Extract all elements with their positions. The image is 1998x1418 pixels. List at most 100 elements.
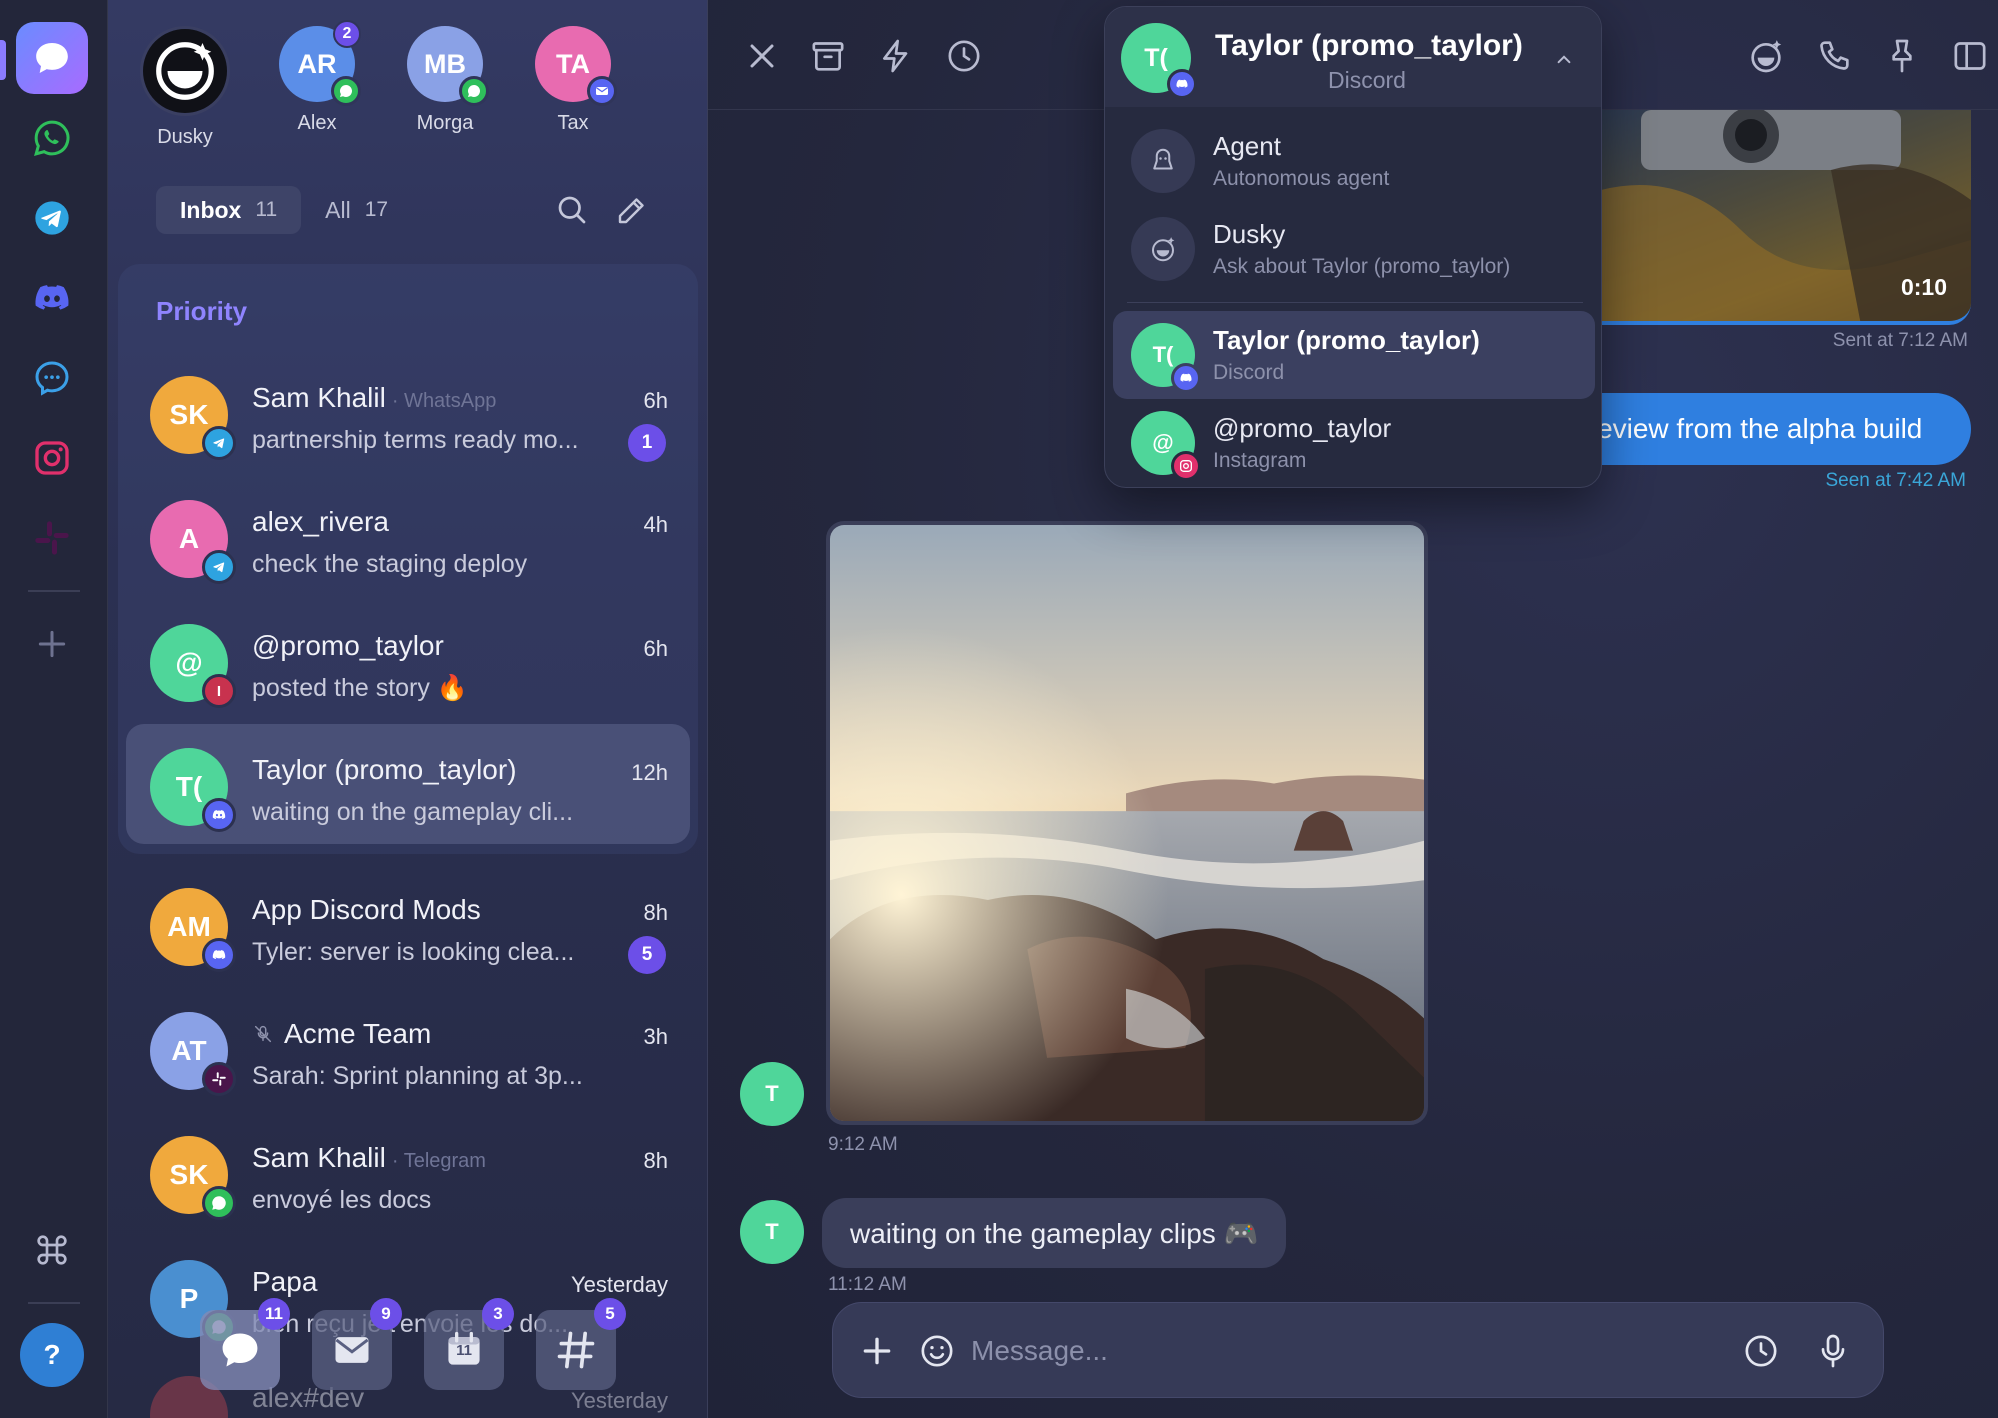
help-button[interactable]: ? — [20, 1323, 84, 1387]
rail-command[interactable] — [16, 1214, 88, 1286]
dropdown-subtitle: Discord — [1328, 67, 1406, 93]
schedule-clock-icon[interactable] — [1741, 1331, 1781, 1371]
dock-calendar-button[interactable]: 11 3 — [424, 1298, 514, 1390]
conversation-row-selected[interactable]: T( Taylor (promo_taylor) waiting on the … — [126, 724, 690, 844]
avatar: MB — [407, 26, 489, 106]
tab-inbox[interactable]: Inbox 11 — [156, 186, 302, 234]
telegram-icon — [202, 426, 236, 460]
dock-chats-button[interactable]: 11 — [200, 1298, 290, 1390]
incoming-message: waiting on the gameplay clips 🎮 — [822, 1198, 1287, 1268]
phone-icon[interactable] — [1814, 36, 1854, 76]
conversation-row[interactable]: AT Acme Team Sarah: Sprint planning at 3… — [126, 988, 690, 1108]
conversation-time: Yesterday — [570, 1388, 668, 1413]
dropdown-title: Taylor (promo_taylor) — [1215, 29, 1523, 62]
rail-whatsapp[interactable] — [16, 102, 88, 174]
attach-plus-icon[interactable] — [857, 1331, 897, 1371]
avatar-initials: SK — [169, 1159, 209, 1190]
seen-timestamp: Seen at 7:42 AM — [1825, 470, 1967, 491]
avatar: T( — [150, 748, 236, 832]
close-icon[interactable] — [742, 36, 782, 76]
whatsapp-icon — [459, 76, 489, 106]
sender-avatar[interactable]: T — [740, 1200, 804, 1264]
compose-icon[interactable] — [614, 192, 650, 228]
dropdown-item-promo-instagram[interactable]: @ @promo_taylor Instagram — [1113, 399, 1595, 487]
video-duration: 0:10 — [1900, 274, 1947, 300]
conversation-title: Acme Team — [252, 1018, 431, 1050]
rail-divider — [28, 590, 80, 592]
conversation-row[interactable]: @ I @promo_taylor posted the story 🔥 6h — [126, 600, 690, 720]
conversation-row[interactable]: A alex_rivera check the staging deploy 4… — [126, 476, 690, 596]
dropdown-header[interactable]: T( Taylor (promo_taylor) Discord — [1105, 7, 1601, 107]
conversation-time: 6h — [643, 636, 668, 661]
archive-icon[interactable] — [808, 36, 848, 76]
avatar-initials: SK — [169, 399, 209, 430]
conversation-name: Sam Khalil — [252, 382, 386, 413]
avatar-initials: P — [179, 1283, 199, 1314]
video-message[interactable]: 0:10 — [1601, 110, 1971, 325]
story-name: Alex — [297, 112, 337, 134]
dock-mail-button[interactable]: 9 — [312, 1298, 402, 1390]
message-composer — [832, 1302, 1884, 1398]
avatar-initials: AM — [167, 911, 211, 942]
dropdown-item-agent[interactable]: Agent Autonomous agent — [1113, 117, 1595, 205]
avatar: AR 2 — [279, 20, 361, 106]
lightning-icon[interactable] — [876, 36, 916, 76]
avatar: T( — [1131, 323, 1201, 393]
search-icon[interactable] — [554, 192, 590, 228]
conversation-preview: envoyé les docs — [252, 1186, 432, 1214]
avatar-initials: TA — [556, 48, 590, 79]
muted-icon — [254, 1025, 272, 1043]
avatar: AT — [150, 1012, 236, 1096]
story-tax[interactable]: TA Tax — [518, 26, 628, 135]
avatar: A — [150, 500, 236, 584]
calendar-day: 11 — [456, 1342, 472, 1359]
avatar: AM — [150, 888, 236, 972]
tab-all[interactable]: All 17 — [301, 186, 412, 234]
conversation-row[interactable]: AM App Discord Mods Tyler: server is loo… — [126, 864, 690, 984]
avatar: TA — [535, 26, 617, 106]
photo-message[interactable] — [826, 521, 1428, 1125]
agent-icon — [1131, 129, 1195, 193]
microphone-icon[interactable] — [1813, 1331, 1853, 1371]
clock-icon[interactable] — [944, 36, 984, 76]
rail-discord[interactable] — [16, 262, 88, 334]
rail-telegram[interactable] — [16, 182, 88, 254]
pin-icon[interactable] — [1882, 36, 1922, 76]
item-subtitle: Instagram — [1213, 449, 1307, 472]
rail-add-account[interactable] — [16, 608, 88, 680]
bottom-dock: 11 9 11 3 5 — [200, 1298, 626, 1390]
story-dusky[interactable]: Dusky — [130, 26, 240, 149]
item-title: Agent — [1213, 131, 1281, 161]
rail-all-chats[interactable] — [16, 22, 88, 94]
dropdown-item-taylor-discord[interactable]: T( Taylor (promo_taylor) Discord — [1113, 311, 1595, 399]
emoji-icon[interactable] — [917, 1331, 957, 1371]
item-title: Taylor (promo_taylor) — [1213, 325, 1480, 355]
slack-icon — [202, 1062, 236, 1096]
story-alex[interactable]: AR 2 Alex — [262, 20, 372, 135]
rail-slack[interactable] — [16, 502, 88, 574]
dock-badge: 5 — [594, 1298, 626, 1330]
sender-avatar[interactable]: T — [740, 1062, 804, 1126]
rail-messenger[interactable] — [16, 342, 88, 414]
conversation-preview: posted the story 🔥 — [252, 674, 468, 702]
avatar-initials: T — [765, 1219, 779, 1244]
dropdown-item-dusky[interactable]: Dusky Ask about Taylor (promo_taylor) — [1113, 205, 1595, 293]
conversation-name: Acme Team — [284, 1018, 432, 1049]
conversation-title: Sam Khalil · Telegram — [252, 1142, 486, 1174]
chevron-up-icon[interactable] — [1551, 47, 1577, 73]
story-morga[interactable]: MB Morga — [390, 26, 500, 135]
conversation-preview: waiting on the gameplay cli... — [252, 798, 574, 826]
dock-badge: 3 — [482, 1298, 514, 1330]
conversation-row[interactable]: SK Sam Khalil · WhatsApp partnership term… — [126, 352, 690, 472]
message-input[interactable] — [971, 1329, 1691, 1373]
sidebar-toggle-icon[interactable] — [1950, 36, 1990, 76]
conversation-time: 6h — [643, 388, 668, 413]
avatar: SK — [150, 1136, 236, 1220]
dock-channels-button[interactable]: 5 — [536, 1298, 626, 1390]
conversation-row[interactable]: SK Sam Khalil · Telegram envoyé les docs … — [126, 1112, 690, 1232]
conversation-time: 12h — [631, 760, 668, 785]
plus-icon — [38, 630, 66, 658]
dock-badge: 9 — [370, 1298, 402, 1330]
dusky-icon[interactable] — [1746, 36, 1786, 76]
rail-instagram[interactable] — [16, 422, 88, 494]
